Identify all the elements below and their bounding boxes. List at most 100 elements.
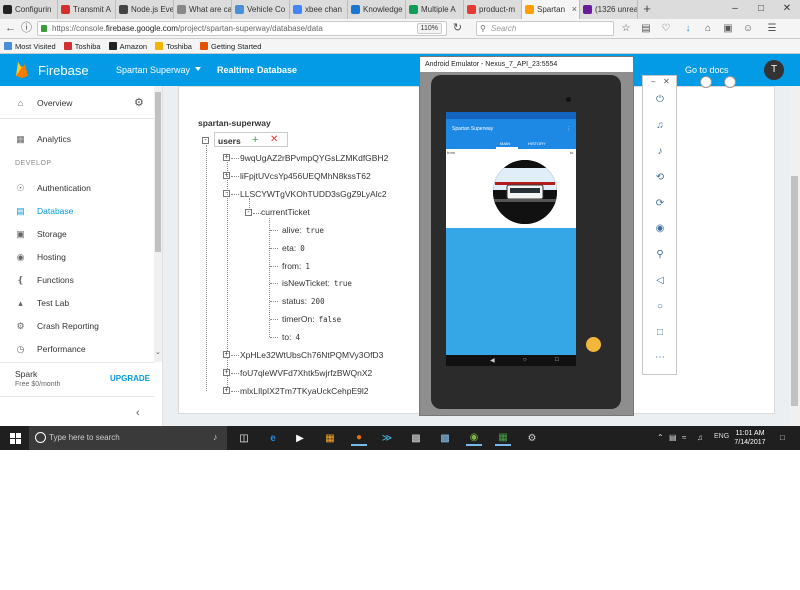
- upgrade-button[interactable]: UPGRADE: [110, 374, 150, 383]
- tab-main[interactable]: MAIN: [500, 141, 510, 146]
- screenshot-icon[interactable]: ◉: [653, 222, 667, 236]
- expand-node-icon[interactable]: +: [223, 387, 230, 394]
- user-node[interactable]: mlxLIlpIX2Tm7TKyaUckCehpE9l2: [240, 386, 369, 396]
- home-nav-icon[interactable]: ○: [523, 357, 527, 363]
- menu-icon[interactable]: ☰: [766, 22, 778, 35]
- app-icon-3[interactable]: ⚙: [524, 430, 540, 446]
- emulator-taskbar-icon[interactable]: ▦: [495, 430, 511, 446]
- back-button[interactable]: ←: [4, 22, 17, 35]
- sidebar-item-crash-reporting[interactable]: ⚙ Crash Reporting: [0, 316, 154, 336]
- bookmark-item[interactable]: Toshiba: [63, 42, 101, 51]
- home-icon[interactable]: ⌂: [702, 22, 714, 35]
- rotate-right-icon[interactable]: ⟳: [653, 197, 667, 211]
- new-tab-button[interactable]: +: [638, 0, 656, 19]
- back-nav-icon[interactable]: ◀: [490, 357, 495, 364]
- maximize-button[interactable]: □: [748, 0, 774, 19]
- field-value[interactable]: true: [334, 279, 352, 288]
- field-value[interactable]: 0: [300, 244, 305, 253]
- sidebar-item-hosting[interactable]: ◉ Hosting: [0, 247, 154, 267]
- add-child-icon[interactable]: +: [252, 134, 258, 146]
- pocket-icon[interactable]: ♡: [660, 22, 672, 35]
- browser-tab[interactable]: Multiple A: [406, 0, 464, 19]
- app-icon-1[interactable]: ▩: [408, 430, 424, 446]
- app-icon-2[interactable]: ▩: [437, 430, 453, 446]
- minimize-button[interactable]: –: [722, 0, 748, 19]
- sidebar-item-overview[interactable]: ⌂ Overview: [0, 93, 154, 113]
- volume-up-icon[interactable]: ♫: [653, 119, 667, 133]
- zoom-icon[interactable]: ⚲: [653, 248, 667, 262]
- bookmark-item[interactable]: Getting Started: [199, 42, 261, 51]
- browser-tab[interactable]: Knowledge: [348, 0, 406, 19]
- tab-history[interactable]: HISTORY: [528, 141, 546, 146]
- field-row[interactable]: to: 4: [282, 332, 300, 342]
- sidebar-item-test-lab[interactable]: ▴ Test Lab: [0, 293, 154, 313]
- panel-close-icon[interactable]: ✕: [663, 77, 670, 86]
- browser-tab[interactable]: (1326 unrea: [580, 0, 638, 19]
- panel-minimize-icon[interactable]: –: [651, 77, 655, 86]
- powershell-icon[interactable]: ≫: [379, 430, 395, 446]
- android-studio-icon[interactable]: ◉: [466, 430, 482, 446]
- info-icon[interactable]: ⓘ: [20, 22, 33, 35]
- media-player-icon[interactable]: ▶: [292, 430, 308, 446]
- field-row[interactable]: eta: 0: [282, 243, 305, 253]
- field-row[interactable]: isNewTicket: true: [282, 278, 352, 288]
- expand-node-icon[interactable]: +: [223, 351, 230, 358]
- smiley-icon[interactable]: ☺: [742, 22, 754, 35]
- volume-down-icon[interactable]: ♪: [653, 145, 667, 159]
- star-icon[interactable]: ☆: [620, 22, 632, 35]
- sidebar-scroll-thumb[interactable]: [155, 92, 161, 252]
- more-options-icon[interactable]: ⋯: [653, 351, 667, 365]
- taskbar-clock[interactable]: 11:01 AM 7/14/2017: [734, 429, 766, 447]
- overflow-menu-icon[interactable]: ⋮: [566, 119, 571, 139]
- action-center-icon[interactable]: □: [780, 433, 785, 442]
- close-tab-icon[interactable]: ×: [572, 4, 577, 14]
- reading-list-icon[interactable]: ▤: [640, 22, 652, 35]
- browser-tab[interactable]: xbee chan: [290, 0, 348, 19]
- bookmark-item[interactable]: Toshiba: [155, 42, 192, 51]
- user-node[interactable]: XpHLe32WtUbsCh76NtPQMVy3OfD3: [240, 350, 383, 360]
- docs-link[interactable]: Go to docs: [685, 65, 729, 75]
- field-row[interactable]: alive: true: [282, 225, 324, 235]
- field-row[interactable]: timerOn: false: [282, 314, 341, 324]
- browser-tab[interactable]: Transmit A: [58, 0, 116, 19]
- language-indicator[interactable]: ENG: [714, 433, 729, 440]
- field-value[interactable]: 200: [311, 297, 325, 306]
- users-node[interactable]: users: [218, 136, 241, 146]
- field-value[interactable]: 1: [305, 262, 310, 271]
- user-node[interactable]: foU7qleWVFd7Xhtk5wjrfzBWQnX2: [240, 368, 372, 378]
- browser-tab[interactable]: Configurin: [0, 0, 58, 19]
- rotate-left-icon[interactable]: ⟲: [653, 171, 667, 185]
- field-row[interactable]: from: 1: [282, 261, 310, 271]
- recents-nav-icon[interactable]: □: [555, 357, 559, 363]
- settings-gear-icon[interactable]: ⚙: [134, 96, 144, 109]
- microphone-icon[interactable]: ♪: [213, 432, 218, 442]
- bookmark-item[interactable]: Most Visited: [4, 42, 56, 51]
- sidebar-scrollbar[interactable]: [154, 86, 162, 362]
- avatar[interactable]: T: [764, 60, 784, 80]
- tray-network-icon[interactable]: ▤: [669, 433, 677, 442]
- tray-expand-icon[interactable]: ⌃: [657, 433, 664, 442]
- extension-icon[interactable]: ▣: [722, 22, 734, 35]
- search-input[interactable]: ⚲ Search: [476, 21, 614, 36]
- collapse-node-icon[interactable]: -: [245, 209, 252, 216]
- tree-root[interactable]: spartan-superway: [198, 118, 271, 128]
- current-ticket-node[interactable]: currentTicket: [261, 207, 310, 217]
- sidebar-item-analytics[interactable]: ▦ Analytics: [0, 129, 154, 149]
- browser-tab[interactable]: Vehicle Co: [232, 0, 290, 19]
- delete-node-icon[interactable]: ✕: [270, 134, 278, 145]
- project-selector[interactable]: Spartan Superway: [116, 65, 190, 75]
- taskbar-search-input[interactable]: Type here to search ♪: [29, 426, 227, 450]
- browser-tab[interactable]: What are callb: [174, 0, 232, 19]
- field-value[interactable]: 4: [295, 333, 300, 342]
- firefox-icon[interactable]: ●: [351, 430, 367, 446]
- browser-tab[interactable]: product-m: [464, 0, 522, 19]
- overview-icon[interactable]: □: [653, 326, 667, 340]
- close-window-button[interactable]: ✕: [774, 0, 800, 19]
- url-bar[interactable]: https://console.firebase.google.com/proj…: [37, 21, 447, 36]
- sidebar-item-functions[interactable]: ❴ Functions: [0, 270, 154, 290]
- user-node[interactable]: liFpjtUVcsYp456UEQMhN8kssT62: [240, 171, 371, 181]
- field-value[interactable]: false: [319, 315, 342, 324]
- field-row[interactable]: status: 200: [282, 296, 325, 306]
- user-node[interactable]: LLSCYWTgVKOhTUDD3sGgZ9LyAlc2: [240, 189, 387, 199]
- sidebar-item-storage[interactable]: ▣ Storage: [0, 224, 154, 244]
